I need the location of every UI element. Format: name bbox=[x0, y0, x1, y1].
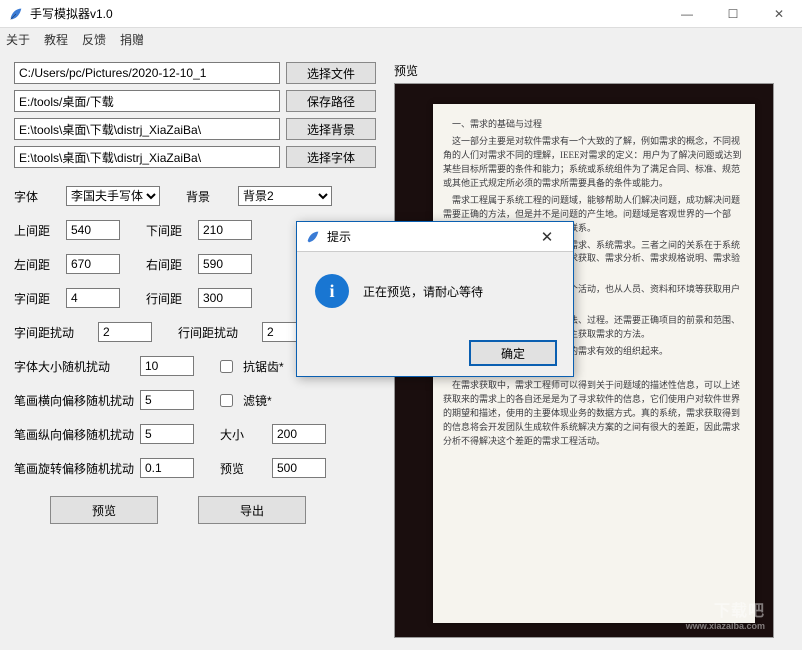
hshift-input[interactable] bbox=[140, 390, 194, 410]
filter-label: 滤镜* bbox=[243, 392, 272, 409]
size-jitter-label: 字体大小随机扰动 bbox=[14, 358, 134, 375]
right-margin-label: 右间距 bbox=[146, 256, 192, 273]
minimize-button[interactable]: — bbox=[664, 0, 710, 28]
antialias-label: 抗锯齿* bbox=[243, 358, 284, 375]
char-jitter-label: 字间距扰动 bbox=[14, 324, 92, 341]
line-space-label: 行间距 bbox=[146, 290, 192, 307]
bottom-margin-input[interactable] bbox=[198, 220, 252, 240]
paper-line: 一、需求的基础与过程 bbox=[443, 118, 745, 132]
menu-feedback[interactable]: 反馈 bbox=[82, 31, 106, 48]
bg-path-input[interactable] bbox=[14, 118, 280, 140]
info-icon: i bbox=[315, 274, 349, 308]
choose-file-button[interactable]: 选择文件 bbox=[286, 62, 376, 84]
size-label: 大小 bbox=[220, 426, 266, 443]
choose-font-button[interactable]: 选择字体 bbox=[286, 146, 376, 168]
top-margin-label: 上间距 bbox=[14, 222, 60, 239]
font-label: 字体 bbox=[14, 188, 60, 205]
choose-bg-button[interactable]: 选择背景 bbox=[286, 118, 376, 140]
dialog-message: 正在预览，请耐心等待 bbox=[363, 283, 483, 300]
bg-label: 背景 bbox=[186, 188, 232, 205]
bg-select[interactable]: 背景2 bbox=[238, 186, 332, 206]
export-button[interactable]: 导出 bbox=[198, 496, 306, 524]
window-controls: — ☐ ✕ bbox=[664, 0, 802, 28]
size-input[interactable] bbox=[272, 424, 326, 444]
size-jitter-input[interactable] bbox=[140, 356, 194, 376]
paper-line: 这一部分主要是对软件需求有一个大致的了解，例如需求的概念，不同视角的人们对需求不… bbox=[443, 135, 745, 191]
dialog-title: 提示 bbox=[327, 228, 527, 245]
filter-checkbox[interactable] bbox=[220, 394, 233, 407]
font-path-input[interactable] bbox=[14, 146, 280, 168]
char-jitter-input[interactable] bbox=[98, 322, 152, 342]
font-select[interactable]: 李国夫手写体 bbox=[66, 186, 160, 206]
maximize-button[interactable]: ☐ bbox=[710, 0, 756, 28]
menu-donate[interactable]: 捐赠 bbox=[120, 31, 144, 48]
char-space-input[interactable] bbox=[66, 288, 120, 308]
file-path-input[interactable] bbox=[14, 62, 280, 84]
preview-button[interactable]: 预览 bbox=[50, 496, 158, 524]
menu-about[interactable]: 关于 bbox=[6, 31, 30, 48]
bottom-margin-label: 下间距 bbox=[146, 222, 192, 239]
char-space-label: 字间距 bbox=[14, 290, 60, 307]
line-jitter-label: 行间距扰动 bbox=[178, 324, 256, 341]
vshift-input[interactable] bbox=[140, 424, 194, 444]
vshift-label: 笔画纵向偏移随机扰动 bbox=[14, 426, 134, 443]
close-button[interactable]: ✕ bbox=[756, 0, 802, 28]
watermark: 下载吧 www.xiazaiba.com bbox=[686, 597, 765, 631]
top-margin-input[interactable] bbox=[66, 220, 120, 240]
rot-label: 笔画旋转偏移随机扰动 bbox=[14, 460, 134, 477]
right-margin-input[interactable] bbox=[198, 254, 252, 274]
app-icon bbox=[8, 6, 24, 22]
menu-tutorial[interactable]: 教程 bbox=[44, 31, 68, 48]
menubar: 关于 教程 反馈 捐赠 bbox=[0, 28, 802, 50]
save-path-input[interactable] bbox=[14, 90, 280, 112]
dialog-titlebar: 提示 ✕ bbox=[297, 222, 573, 252]
info-dialog: 提示 ✕ i 正在预览，请耐心等待 确定 bbox=[296, 221, 574, 377]
hshift-label: 笔画横向偏移随机扰动 bbox=[14, 392, 134, 409]
line-space-input[interactable] bbox=[198, 288, 252, 308]
window-titlebar: 手写模拟器v1.0 — ☐ ✕ bbox=[0, 0, 802, 28]
rot-input[interactable] bbox=[140, 458, 194, 478]
left-margin-label: 左间距 bbox=[14, 256, 60, 273]
save-path-button[interactable]: 保存路径 bbox=[286, 90, 376, 112]
antialias-checkbox[interactable] bbox=[220, 360, 233, 373]
preview-label: 预览 bbox=[394, 62, 788, 79]
dialog-app-icon bbox=[305, 229, 321, 245]
preview-size-input[interactable] bbox=[272, 458, 326, 478]
left-margin-input[interactable] bbox=[66, 254, 120, 274]
dialog-ok-button[interactable]: 确定 bbox=[469, 340, 557, 366]
paper-line: 在需求获取中，需求工程师可以得到关于问题域的描述性信息，可以上述获取来的需求上的… bbox=[443, 379, 745, 449]
dialog-close-button[interactable]: ✕ bbox=[527, 224, 567, 250]
window-title: 手写模拟器v1.0 bbox=[30, 5, 664, 22]
preview-size-label: 预览 bbox=[220, 460, 266, 477]
